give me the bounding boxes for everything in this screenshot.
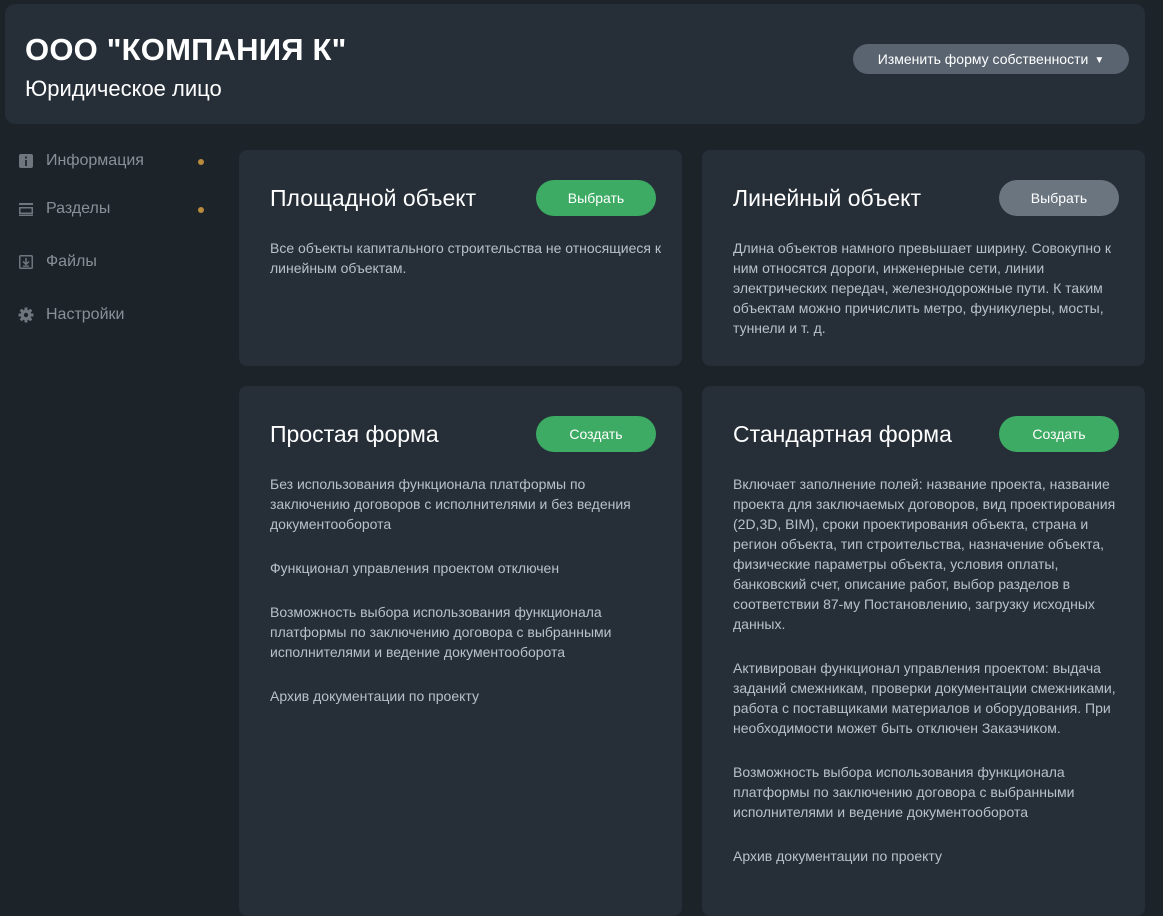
gear-icon [18, 307, 34, 323]
select-linear-object-button[interactable]: Выбрать [999, 180, 1119, 216]
card-description: Длина объектов намного превышает ширину.… [733, 238, 1125, 362]
card-paragraph: Функционал управления проектом отключен [270, 560, 560, 576]
info-icon [18, 153, 34, 169]
company-header: ООО "КОМПАНИЯ К" Юридическое лицо Измени… [5, 4, 1145, 124]
sidebar-item-label: Разделы [46, 200, 111, 217]
sidebar-item-settings[interactable]: Настройки [18, 303, 208, 327]
create-simple-form-button[interactable]: Создать [536, 416, 656, 452]
area-object-card: Площадной объект Выбрать Все объекты кап… [239, 150, 682, 366]
file-download-icon [18, 254, 34, 270]
card-paragraph: Архив документации по проекту [733, 848, 942, 864]
sidebar-item-label: Информация [46, 152, 144, 169]
sidebar-item-label: Настройки [46, 306, 125, 323]
company-name: ООО "КОМПАНИЯ К" [25, 32, 347, 67]
simple-form-card: Простая форма Создать Без использования … [239, 386, 682, 916]
card-description: Без использования функционала платформы … [270, 474, 662, 730]
card-paragraph: Включает заполнение полей: название прое… [733, 476, 1116, 632]
company-type: Юридическое лицо [25, 76, 222, 101]
sidebar-item-information[interactable]: Информация [18, 149, 208, 173]
caret-down-icon: ▼ [1094, 55, 1105, 66]
card-description: Включает заполнение полей: название прое… [733, 474, 1125, 890]
card-description: Все объекты капитального строительства н… [270, 238, 662, 302]
change-ownership-label: Изменить форму собственности [877, 51, 1089, 67]
card-paragraph: Возможность выбора использования функцио… [733, 764, 1075, 820]
sections-icon [18, 201, 34, 217]
card-paragraph: Возможность выбора использования функцио… [270, 604, 612, 660]
card-paragraph: Длина объектов намного превышает ширину.… [733, 240, 1111, 336]
sidebar-item-label: Файлы [46, 253, 97, 270]
card-title: Стандартная форма [733, 421, 952, 447]
standard-form-card: Стандартная форма Создать Включает запол… [702, 386, 1145, 916]
card-paragraph: Архив документации по проекту [270, 688, 479, 704]
card-paragraph: Активирован функционал управления проект… [733, 660, 1116, 736]
notification-dot [198, 159, 204, 165]
create-standard-form-button[interactable]: Создать [999, 416, 1119, 452]
change-ownership-button[interactable]: Изменить форму собственности ▼ [853, 44, 1129, 74]
notification-dot [198, 207, 204, 213]
card-title: Площадной объект [270, 185, 477, 211]
linear-object-card: Линейный объект Выбрать Длина объектов н… [702, 150, 1145, 366]
card-title: Простая форма [270, 421, 439, 447]
sidebar-item-files[interactable]: Файлы [18, 250, 208, 274]
card-paragraph: Без использования функционала платформы … [270, 476, 631, 532]
card-paragraph: Все объекты капитального строительства н… [270, 240, 661, 276]
select-area-object-button[interactable]: Выбрать [536, 180, 656, 216]
card-title: Линейный объект [733, 185, 921, 211]
sidebar-item-sections[interactable]: Разделы [18, 197, 208, 221]
